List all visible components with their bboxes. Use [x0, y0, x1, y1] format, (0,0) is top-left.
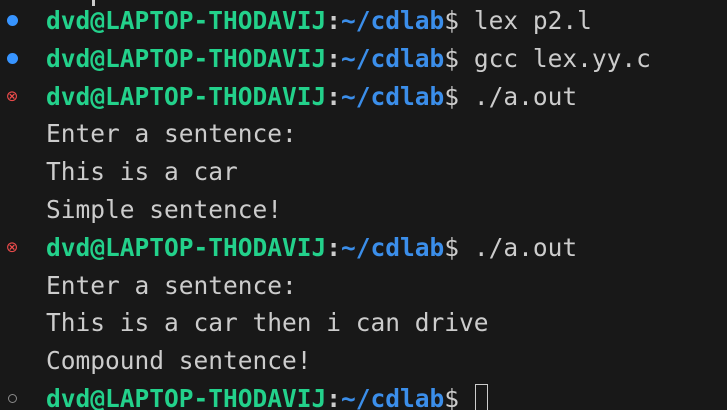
prompt-line: ⊗ dvd@LAPTOP-THODAVIJ:~/cdlab$ ./a.out — [0, 78, 727, 116]
prompt-path: ~/cdlab — [341, 43, 445, 73]
prompt-separator: : — [326, 6, 342, 35]
prompt-separator: : — [326, 43, 342, 73]
prompt-symbol: $ — [444, 81, 460, 111]
prompt-content: dvd@LAPTOP-THODAVIJ:~/cdlab$ gcc lex.yy.… — [46, 40, 651, 78]
prompt-user-host: dvd@LAPTOP-THODAVIJ — [46, 81, 327, 111]
prompt-path: ~/cdlab — [341, 232, 445, 262]
command-success-icon[interactable] — [2, 2, 22, 40]
output-line: This is a car then i can drive — [0, 304, 727, 342]
prompt-content: dvd@LAPTOP-THODAVIJ:~/cdlab$ lex p2.l — [46, 2, 592, 40]
prompt-content: dvd@LAPTOP-THODAVIJ:~/cdlab$ — [46, 380, 488, 410]
output-line: This is a car — [0, 153, 727, 191]
prompt-symbol: $ — [444, 383, 460, 410]
prompt-user-host: dvd@LAPTOP-THODAVIJ — [46, 383, 327, 410]
prompt-user-host: dvd@LAPTOP-THODAVIJ — [46, 6, 327, 35]
prompt-symbol: $ — [444, 6, 460, 35]
prompt-line: dvd@LAPTOP-THODAVIJ:~/cdlab$ — [0, 380, 727, 410]
command-error-icon[interactable]: ⊗ — [2, 229, 22, 267]
empty-circle-icon — [7, 394, 17, 404]
output-text: Enter a sentence: — [46, 119, 297, 149]
prompt-path: ~/cdlab — [341, 6, 445, 35]
terminal-panel[interactable]: dvd@LAPTOP-THODAVIJ:~/cdlab$ lex p2.l dvd… — [0, 0, 727, 410]
output-text: Simple sentence! — [46, 194, 283, 224]
error-circle-icon: ⊗ — [5, 238, 19, 257]
prompt-symbol: $ — [444, 232, 460, 262]
command-text: ./a.out — [473, 232, 578, 262]
command-text: gcc lex.yy.c — [473, 43, 651, 73]
prompt-user-host: dvd@LAPTOP-THODAVIJ — [46, 232, 327, 262]
output-line: Enter a sentence: — [0, 267, 727, 305]
prompt-symbol: $ — [444, 43, 460, 73]
command-error-icon[interactable]: ⊗ — [2, 78, 22, 116]
prompt-line: ⊗ dvd@LAPTOP-THODAVIJ:~/cdlab$ ./a.out — [0, 229, 727, 267]
command-text: lex p2.l — [473, 6, 592, 35]
output-line: Compound sentence! — [0, 342, 727, 380]
output-text: Enter a sentence: — [46, 270, 297, 300]
prompt-separator: : — [326, 81, 342, 111]
prompt-content: dvd@LAPTOP-THODAVIJ:~/cdlab$ ./a.out — [46, 229, 577, 267]
error-circle-icon: ⊗ — [5, 86, 19, 105]
command-success-icon[interactable] — [2, 40, 22, 78]
prompt-user-host: dvd@LAPTOP-THODAVIJ — [46, 43, 327, 73]
terminal-cursor[interactable] — [474, 383, 488, 410]
terminal-lines: dvd@LAPTOP-THODAVIJ:~/cdlab$ lex p2.l dvd… — [0, 2, 727, 410]
output-text: This is a car — [46, 157, 238, 187]
prompt-path: ~/cdlab — [341, 383, 445, 410]
filled-dot-icon — [6, 15, 18, 27]
output-line: Enter a sentence: — [0, 115, 727, 153]
command-idle-icon[interactable] — [2, 380, 22, 410]
prompt-separator: : — [326, 383, 342, 410]
filled-dot-icon — [6, 53, 18, 65]
prompt-content: dvd@LAPTOP-THODAVIJ:~/cdlab$ ./a.out — [46, 78, 577, 116]
output-text: This is a car then i can drive — [46, 308, 489, 338]
command-text: ./a.out — [473, 81, 578, 111]
prompt-line: dvd@LAPTOP-THODAVIJ:~/cdlab$ gcc lex.yy.… — [0, 40, 727, 78]
prompt-line: dvd@LAPTOP-THODAVIJ:~/cdlab$ lex p2.l — [0, 2, 727, 40]
output-text: Compound sentence! — [46, 346, 312, 376]
output-line: Simple sentence! — [0, 191, 727, 229]
prompt-path: ~/cdlab — [341, 81, 445, 111]
prompt-separator: : — [326, 232, 342, 262]
